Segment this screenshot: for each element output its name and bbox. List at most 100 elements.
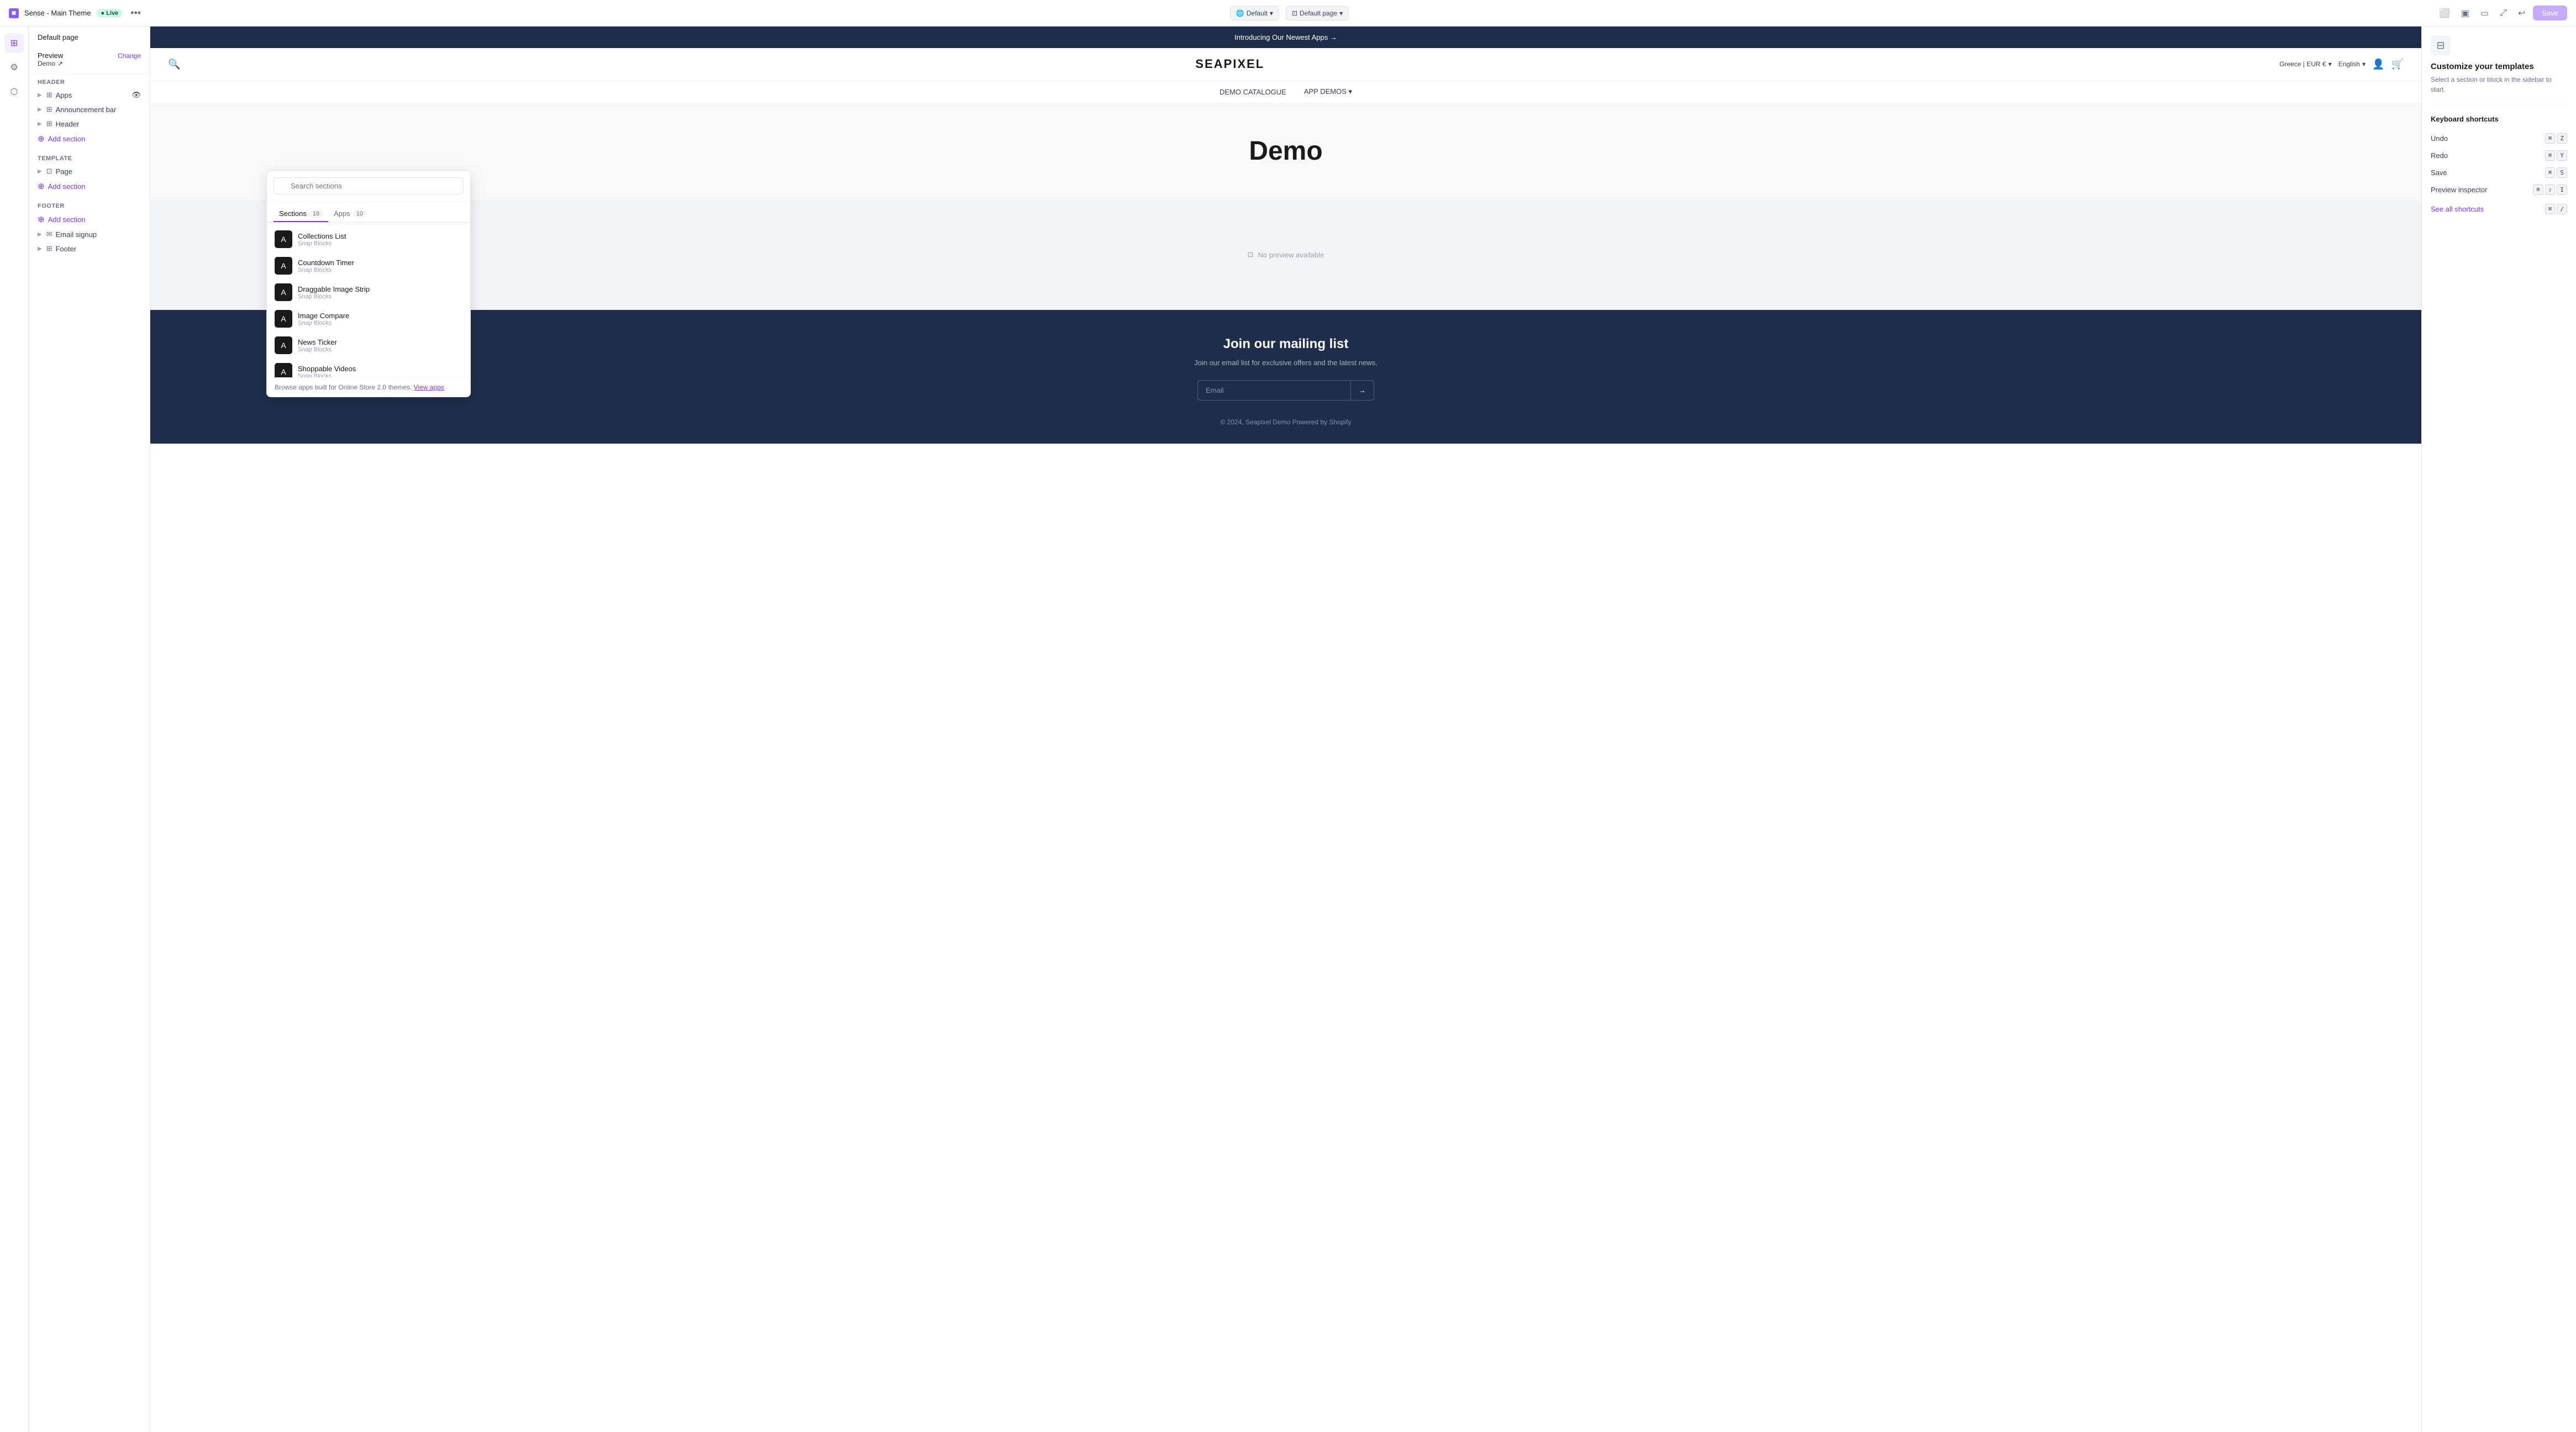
undo-button[interactable]: ↩ [2515, 6, 2528, 21]
mobile-view-button[interactable]: ▭ [2477, 6, 2492, 21]
popup-footer: Browse apps built for Online Store 2.0 t… [267, 377, 470, 397]
popup-footer-text: Browse apps built for Online Store 2.0 t… [275, 383, 412, 391]
shortcuts-title: Keyboard shortcuts [2431, 115, 2567, 123]
store-header-left: 🔍 [168, 59, 180, 70]
page-icon: ⊡ [1292, 9, 1297, 17]
shoppable-videos-icon: A [275, 363, 292, 377]
announcement-text: Introducing Our Newest Apps → [1234, 33, 1337, 41]
list-item[interactable]: A News Ticker Snap Blocks [267, 332, 470, 359]
icon-sidebar: ⊞ ⚙ ⬡ [0, 27, 29, 1432]
apps-section-item[interactable]: ▶ ⊞ Apps 👁 [29, 88, 150, 102]
nav-app-demos[interactable]: APP DEMOS ▾ [1304, 87, 1352, 96]
sections-tab[interactable]: Sections 18 [274, 206, 328, 222]
hero-title: Demo [1249, 136, 1322, 166]
search-icon-store[interactable]: 🔍 [168, 59, 180, 70]
top-bar-center: 🌐 Default ▾ ⊡ Default page ▾ [1230, 6, 1349, 20]
sections-tab-label: Sections [279, 209, 307, 218]
default-dropdown-button[interactable]: 🌐 Default ▾ [1230, 6, 1279, 20]
store-nav: DEMO CATALOGUE APP DEMOS ▾ [150, 80, 2421, 103]
cmd-key-4: ⌘ [2533, 185, 2543, 195]
page-dropdown-button[interactable]: ⊡ Default page ▾ [1286, 6, 1349, 20]
shortcut-undo: Undo ⌘ Z [2431, 130, 2567, 147]
see-all-keys: ⌘ / [2545, 204, 2567, 214]
announcement-icon: ⊞ [46, 105, 52, 114]
countdown-timer-icon: A [275, 257, 292, 275]
external-link-icon: ↗ [57, 60, 63, 67]
preview-section: Preview Change Demo ↗ [29, 45, 150, 75]
save-keys: ⌘ S [2545, 167, 2567, 178]
list-item[interactable]: A Collections List Snap Blocks [267, 226, 470, 252]
desktop-view-button[interactable]: ⬜ [2436, 6, 2453, 21]
i-key: I [2557, 185, 2567, 195]
slash-key: / [2557, 204, 2567, 214]
store-region[interactable]: Greece | EUR € ▾ [2279, 60, 2332, 68]
demo-label: Demo [38, 60, 55, 67]
template-group: Template ▶ ⊡ Page ⊕ Add section [29, 151, 150, 198]
store-hero: Demo [150, 103, 2421, 199]
fullscreen-button[interactable]: ⤢ [2496, 6, 2510, 20]
language-text: English [2338, 60, 2360, 68]
undo-keys: ⌘ Z [2545, 133, 2567, 144]
add-section-footer-button[interactable]: ⊕ Add section [29, 212, 150, 227]
more-options-button[interactable]: ••• [128, 5, 143, 21]
settings-icon-button[interactable]: ⚙ [4, 57, 24, 77]
apps-icon-button[interactable]: ⬡ [4, 82, 24, 102]
announcement-bar-item[interactable]: ▶ ⊞ Announcement bar [29, 102, 150, 117]
header-item[interactable]: ▶ ⊞ Header [29, 117, 150, 131]
cmd-key-3: ⌘ [2545, 167, 2556, 178]
store-language[interactable]: English ▾ [2338, 60, 2365, 68]
list-item[interactable]: A Draggable Image Strip Snap Blocks [267, 279, 470, 306]
footer-title: Join our mailing list [168, 336, 2404, 352]
email-input[interactable] [1197, 380, 1351, 401]
email-submit-button[interactable]: → [1351, 380, 1374, 401]
section-search-input[interactable] [274, 177, 464, 194]
footer-item[interactable]: ▶ ⊞ Footer [29, 241, 150, 256]
y-key: Y [2557, 150, 2567, 161]
image-compare-icon: A [275, 310, 292, 328]
default-page-label: Default page [29, 27, 150, 45]
sections-icon-button[interactable]: ⊞ [4, 33, 24, 53]
view-apps-link[interactable]: View apps [413, 383, 444, 391]
list-item[interactable]: A Shoppable Videos Snap Blocks [267, 359, 470, 377]
shoppable-videos-text: Shoppable Videos Snap Blocks [298, 365, 356, 378]
visibility-icon[interactable]: 👁 [132, 91, 141, 99]
page-label: Page [56, 167, 72, 176]
add-section-header-button[interactable]: ⊕ Add section [29, 131, 150, 146]
template-group-label: Template [29, 151, 150, 164]
demo-link[interactable]: Demo ↗ [38, 60, 141, 67]
main-layout: ⊞ ⚙ ⬡ Default page Preview Change Demo ↗… [0, 27, 2576, 1432]
account-icon[interactable]: 👤 [2372, 59, 2384, 70]
shortcut-save: Save ⌘ S [2431, 164, 2567, 181]
collections-list-icon: A [275, 230, 292, 248]
cmd-key: ⌘ [2545, 133, 2556, 144]
list-item[interactable]: A Countdown Timer Snap Blocks [267, 252, 470, 279]
footer-group: Footer ⊕ Add section ▶ ✉ Email signup ▶ … [29, 198, 150, 260]
nav-demo-catalogue[interactable]: DEMO CATALOGUE [1219, 87, 1286, 96]
save-button[interactable]: Save [2533, 6, 2567, 20]
save-label: Save [2431, 169, 2447, 177]
image-compare-sub: Snap Blocks [298, 320, 349, 327]
list-item[interactable]: A Image Compare Snap Blocks [267, 306, 470, 332]
page-item[interactable]: ▶ ⊡ Page [29, 164, 150, 178]
image-compare-text: Image Compare Snap Blocks [298, 312, 349, 327]
add-section-popup: 🔍 Sections 18 Apps 10 A [266, 170, 471, 397]
draggable-name: Draggable Image Strip [298, 285, 370, 293]
news-ticker-icon: A [275, 336, 292, 354]
shortcut-see-all: See all shortcuts ⌘ / [2431, 198, 2567, 220]
shoppable-videos-sub: Snap Blocks [298, 373, 356, 378]
footer-copyright: © 2024, Seapixel Demo Powered by Shopify [168, 418, 2404, 426]
shortcut-redo: Redo ⌘ Y [2431, 147, 2567, 164]
cart-icon[interactable]: 🛒 [2391, 59, 2404, 70]
store-header-right: Greece | EUR € ▾ English ▾ 👤 🛒 [2279, 59, 2404, 70]
right-panel-title: Customize your templates [2431, 62, 2567, 71]
change-link[interactable]: Change [118, 52, 141, 60]
email-signup-label: Email signup [56, 230, 97, 239]
email-signup-item[interactable]: ▶ ✉ Email signup [29, 227, 150, 241]
see-all-shortcuts-link[interactable]: See all shortcuts [2431, 202, 2484, 217]
preview-inspector-keys: ⌘ ⇧ I [2533, 185, 2567, 195]
preview-label: Preview [38, 51, 63, 60]
image-compare-name: Image Compare [298, 312, 349, 320]
apps-tab[interactable]: Apps 10 [328, 206, 372, 222]
tablet-view-button[interactable]: ▣ [2458, 6, 2473, 21]
add-section-template-button[interactable]: ⊕ Add section [29, 178, 150, 194]
